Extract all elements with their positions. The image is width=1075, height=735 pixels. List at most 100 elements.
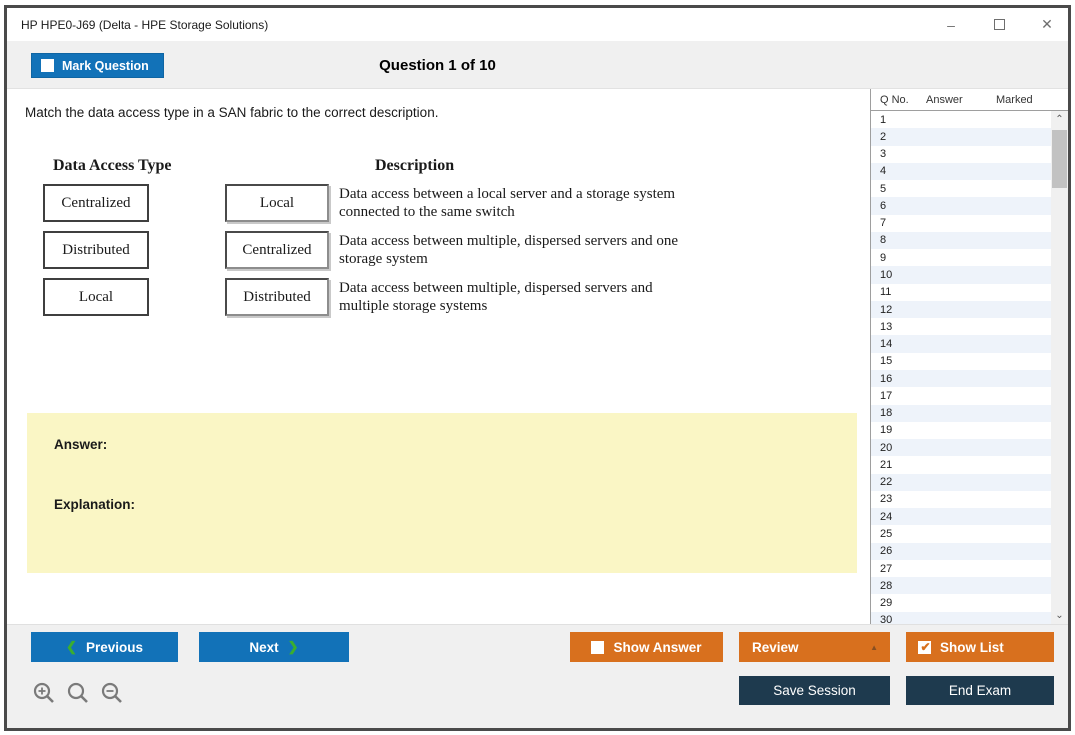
- question-row[interactable]: 6: [871, 197, 1051, 214]
- maximize-icon: [994, 19, 1005, 30]
- scroll-down-icon[interactable]: ⌄: [1051, 607, 1068, 624]
- question-row[interactable]: 25: [871, 525, 1051, 542]
- next-button[interactable]: Next ❯: [199, 632, 349, 662]
- question-row-number: 8: [871, 234, 926, 246]
- access-type-boxes: Centralized Distributed Local: [25, 184, 195, 316]
- question-row[interactable]: 16: [871, 370, 1051, 387]
- question-counter: Question 1 of 10: [7, 41, 868, 89]
- answer-drop-box[interactable]: Local: [225, 184, 329, 222]
- question-row[interactable]: 28: [871, 577, 1051, 594]
- description-rows: LocalData access between a local server …: [225, 184, 705, 316]
- question-row[interactable]: 19: [871, 422, 1051, 439]
- question-row-number: 16: [871, 373, 926, 385]
- zoom-reset-icon[interactable]: [65, 681, 91, 707]
- question-row[interactable]: 26: [871, 543, 1051, 560]
- question-row[interactable]: 2: [871, 128, 1051, 145]
- question-row[interactable]: 8: [871, 232, 1051, 249]
- answer-panel: Answer: Explanation:: [27, 413, 857, 573]
- description-header: Description: [225, 157, 705, 175]
- end-exam-button[interactable]: End Exam: [906, 676, 1054, 705]
- question-row[interactable]: 18: [871, 405, 1051, 422]
- answer-label: Answer:: [54, 437, 107, 452]
- review-dropdown-button[interactable]: Review ▲: [739, 632, 890, 662]
- description-text: Data access between multiple, dispersed …: [339, 278, 679, 316]
- question-row-number: 3: [871, 148, 926, 160]
- question-row-number: 9: [871, 252, 926, 264]
- access-type-box[interactable]: Distributed: [43, 231, 149, 269]
- scrollbar-thumb[interactable]: [1052, 130, 1067, 188]
- question-list-scrollbar[interactable]: ⌃ ⌄: [1051, 111, 1068, 624]
- chevron-right-icon: ❯: [288, 639, 299, 655]
- question-row-number: 29: [871, 597, 926, 609]
- zoom-in-icon[interactable]: [31, 681, 57, 707]
- show-answer-checkbox-icon: [591, 641, 604, 654]
- question-row-number: 20: [871, 442, 926, 454]
- question-row[interactable]: 27: [871, 560, 1051, 577]
- question-row[interactable]: 29: [871, 594, 1051, 611]
- question-list-header: Q No. Answer Marked: [871, 89, 1068, 111]
- header-bar: Mark Question Question 1 of 10: [7, 41, 1068, 89]
- footer-bar: ❮ Previous Next ❯ Show Answer Review ▲ S…: [7, 624, 1068, 728]
- description-row: Centralized Data access between multiple,…: [225, 231, 705, 269]
- question-row[interactable]: 4: [871, 163, 1051, 180]
- question-row[interactable]: 3: [871, 146, 1051, 163]
- question-row[interactable]: 7: [871, 215, 1051, 232]
- save-session-label: Save Session: [773, 683, 856, 698]
- description-text: Data access between multiple, dispersed …: [339, 231, 679, 269]
- show-list-label: Show List: [940, 640, 1004, 655]
- explanation-label: Explanation:: [54, 497, 135, 512]
- previous-button[interactable]: ❮ Previous: [31, 632, 178, 662]
- question-row-number: 10: [871, 269, 926, 281]
- question-row[interactable]: 13: [871, 318, 1051, 335]
- question-row-number: 13: [871, 321, 926, 333]
- question-row[interactable]: 23: [871, 491, 1051, 508]
- question-row-number: 25: [871, 528, 926, 540]
- access-type-box[interactable]: Centralized: [43, 184, 149, 222]
- question-row-number: 14: [871, 338, 926, 350]
- question-row[interactable]: 14: [871, 335, 1051, 352]
- question-row[interactable]: 15: [871, 353, 1051, 370]
- window-title: HP HPE0-J69 (Delta - HPE Storage Solutio…: [7, 18, 268, 32]
- question-row[interactable]: 24: [871, 508, 1051, 525]
- question-row[interactable]: 1: [871, 111, 1051, 128]
- show-list-button[interactable]: Show List: [906, 632, 1054, 662]
- window-controls: – ✕: [940, 8, 1058, 41]
- question-row-number: 30: [871, 614, 926, 624]
- question-row-number: 11: [871, 286, 926, 298]
- chevron-up-icon: ▲: [870, 643, 878, 652]
- access-type-column: Data Access Type CentralizedDistributedL…: [25, 157, 195, 316]
- show-answer-label: Show Answer: [613, 640, 701, 655]
- close-button[interactable]: ✕: [1036, 16, 1058, 33]
- question-row[interactable]: 11: [871, 284, 1051, 301]
- question-row[interactable]: 5: [871, 180, 1051, 197]
- question-row[interactable]: 9: [871, 249, 1051, 266]
- question-row[interactable]: 10: [871, 266, 1051, 283]
- answer-drop-box[interactable]: Centralized: [225, 231, 329, 269]
- question-row-number: 19: [871, 424, 926, 436]
- show-answer-button[interactable]: Show Answer: [570, 632, 723, 662]
- show-list-checkbox-icon: [918, 641, 931, 654]
- review-label: Review: [752, 640, 799, 655]
- next-label: Next: [249, 640, 278, 655]
- previous-label: Previous: [86, 640, 143, 655]
- maximize-button[interactable]: [988, 17, 1010, 33]
- question-prompt: Match the data access type in a SAN fabr…: [25, 105, 438, 120]
- question-row[interactable]: 17: [871, 387, 1051, 404]
- question-row[interactable]: 22: [871, 474, 1051, 491]
- zoom-out-icon[interactable]: [99, 681, 125, 707]
- access-type-box[interactable]: Local: [43, 278, 149, 316]
- end-exam-label: End Exam: [949, 683, 1011, 698]
- save-session-button[interactable]: Save Session: [739, 676, 890, 705]
- minimize-button[interactable]: –: [940, 17, 962, 33]
- column-qno: Q No.: [871, 94, 926, 106]
- question-row[interactable]: 30: [871, 612, 1051, 624]
- question-row[interactable]: 12: [871, 301, 1051, 318]
- question-row-number: 28: [871, 580, 926, 592]
- question-row-number: 15: [871, 355, 926, 367]
- question-row-number: 23: [871, 493, 926, 505]
- description-column: Description LocalData access between a l…: [225, 157, 705, 316]
- scroll-up-icon[interactable]: ⌃: [1051, 111, 1068, 128]
- question-row[interactable]: 21: [871, 456, 1051, 473]
- question-row[interactable]: 20: [871, 439, 1051, 456]
- answer-drop-box[interactable]: Distributed: [225, 278, 329, 316]
